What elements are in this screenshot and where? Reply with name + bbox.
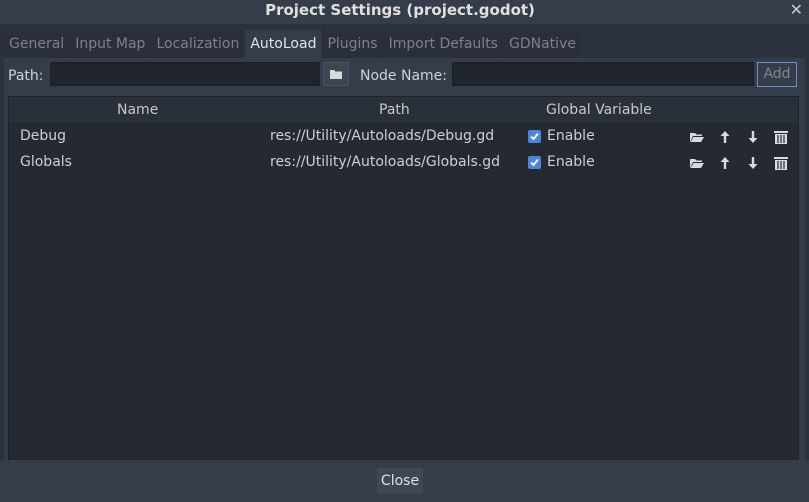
- dialog-footer: Close: [0, 460, 809, 502]
- add-button[interactable]: Add: [757, 62, 797, 87]
- autoload-path: res://Utility/Autoloads/Globals.gd: [270, 154, 501, 170]
- autoload-path: res://Utility/Autoloads/Debug.gd: [270, 128, 495, 144]
- delete-icon[interactable]: [773, 155, 789, 171]
- tab-input-map[interactable]: Input Map: [70, 30, 151, 58]
- table-header: Name Path Global Variable: [9, 97, 798, 123]
- move-up-icon[interactable]: [717, 129, 733, 145]
- enable-checkbox[interactable]: [528, 156, 541, 169]
- tab-bar: General Input Map Localization AutoLoad …: [4, 30, 582, 58]
- checkmark-icon: [530, 132, 539, 141]
- checkmark-icon: [530, 158, 539, 167]
- delete-icon[interactable]: [773, 129, 789, 145]
- enable-checkbox[interactable]: [528, 130, 541, 143]
- enable-label: Enable: [547, 128, 595, 144]
- node-name-label: Node Name:: [360, 68, 448, 84]
- tab-general[interactable]: General: [4, 30, 70, 58]
- column-header-name: Name: [117, 102, 159, 118]
- tab-gdnative[interactable]: GDNative: [503, 30, 581, 58]
- move-down-icon[interactable]: [745, 155, 761, 171]
- close-button[interactable]: Close: [377, 468, 423, 494]
- window-title: Project Settings (project.godot): [265, 1, 535, 19]
- folder-icon: [330, 70, 342, 79]
- browse-button[interactable]: [323, 62, 349, 86]
- node-name-input[interactable]: [452, 62, 754, 86]
- autoload-name: Debug: [20, 128, 67, 144]
- open-folder-icon[interactable]: [689, 129, 705, 145]
- table-row[interactable]: Globals res://Utility/Autoloads/Globals.…: [9, 150, 798, 176]
- tab-autoload[interactable]: AutoLoad: [245, 30, 322, 58]
- move-up-icon[interactable]: [717, 155, 733, 171]
- tab-import-defaults[interactable]: Import Defaults: [383, 30, 503, 58]
- title-bar: Project Settings (project.godot) ✕: [0, 0, 809, 24]
- column-header-global-variable: Global Variable: [546, 102, 652, 118]
- tab-plugins[interactable]: Plugins: [322, 30, 383, 58]
- table-row[interactable]: Debug res://Utility/Autoloads/Debug.gd E…: [9, 124, 798, 150]
- path-input[interactable]: [50, 62, 320, 86]
- column-header-path: Path: [379, 102, 410, 118]
- autoload-table: Name Path Global Variable Debug res://Ut…: [8, 96, 799, 480]
- move-down-icon[interactable]: [745, 129, 761, 145]
- tab-localization[interactable]: Localization: [151, 30, 245, 58]
- project-settings-dialog: General Input Map Localization AutoLoad …: [0, 24, 809, 484]
- close-icon[interactable]: ✕: [790, 0, 803, 19]
- open-folder-icon[interactable]: [689, 155, 705, 171]
- enable-label: Enable: [547, 154, 595, 170]
- autoload-panel: Path: Node Name: Add Name Path Global Va…: [4, 58, 805, 484]
- path-label: Path:: [8, 68, 44, 84]
- autoload-name: Globals: [20, 154, 72, 170]
